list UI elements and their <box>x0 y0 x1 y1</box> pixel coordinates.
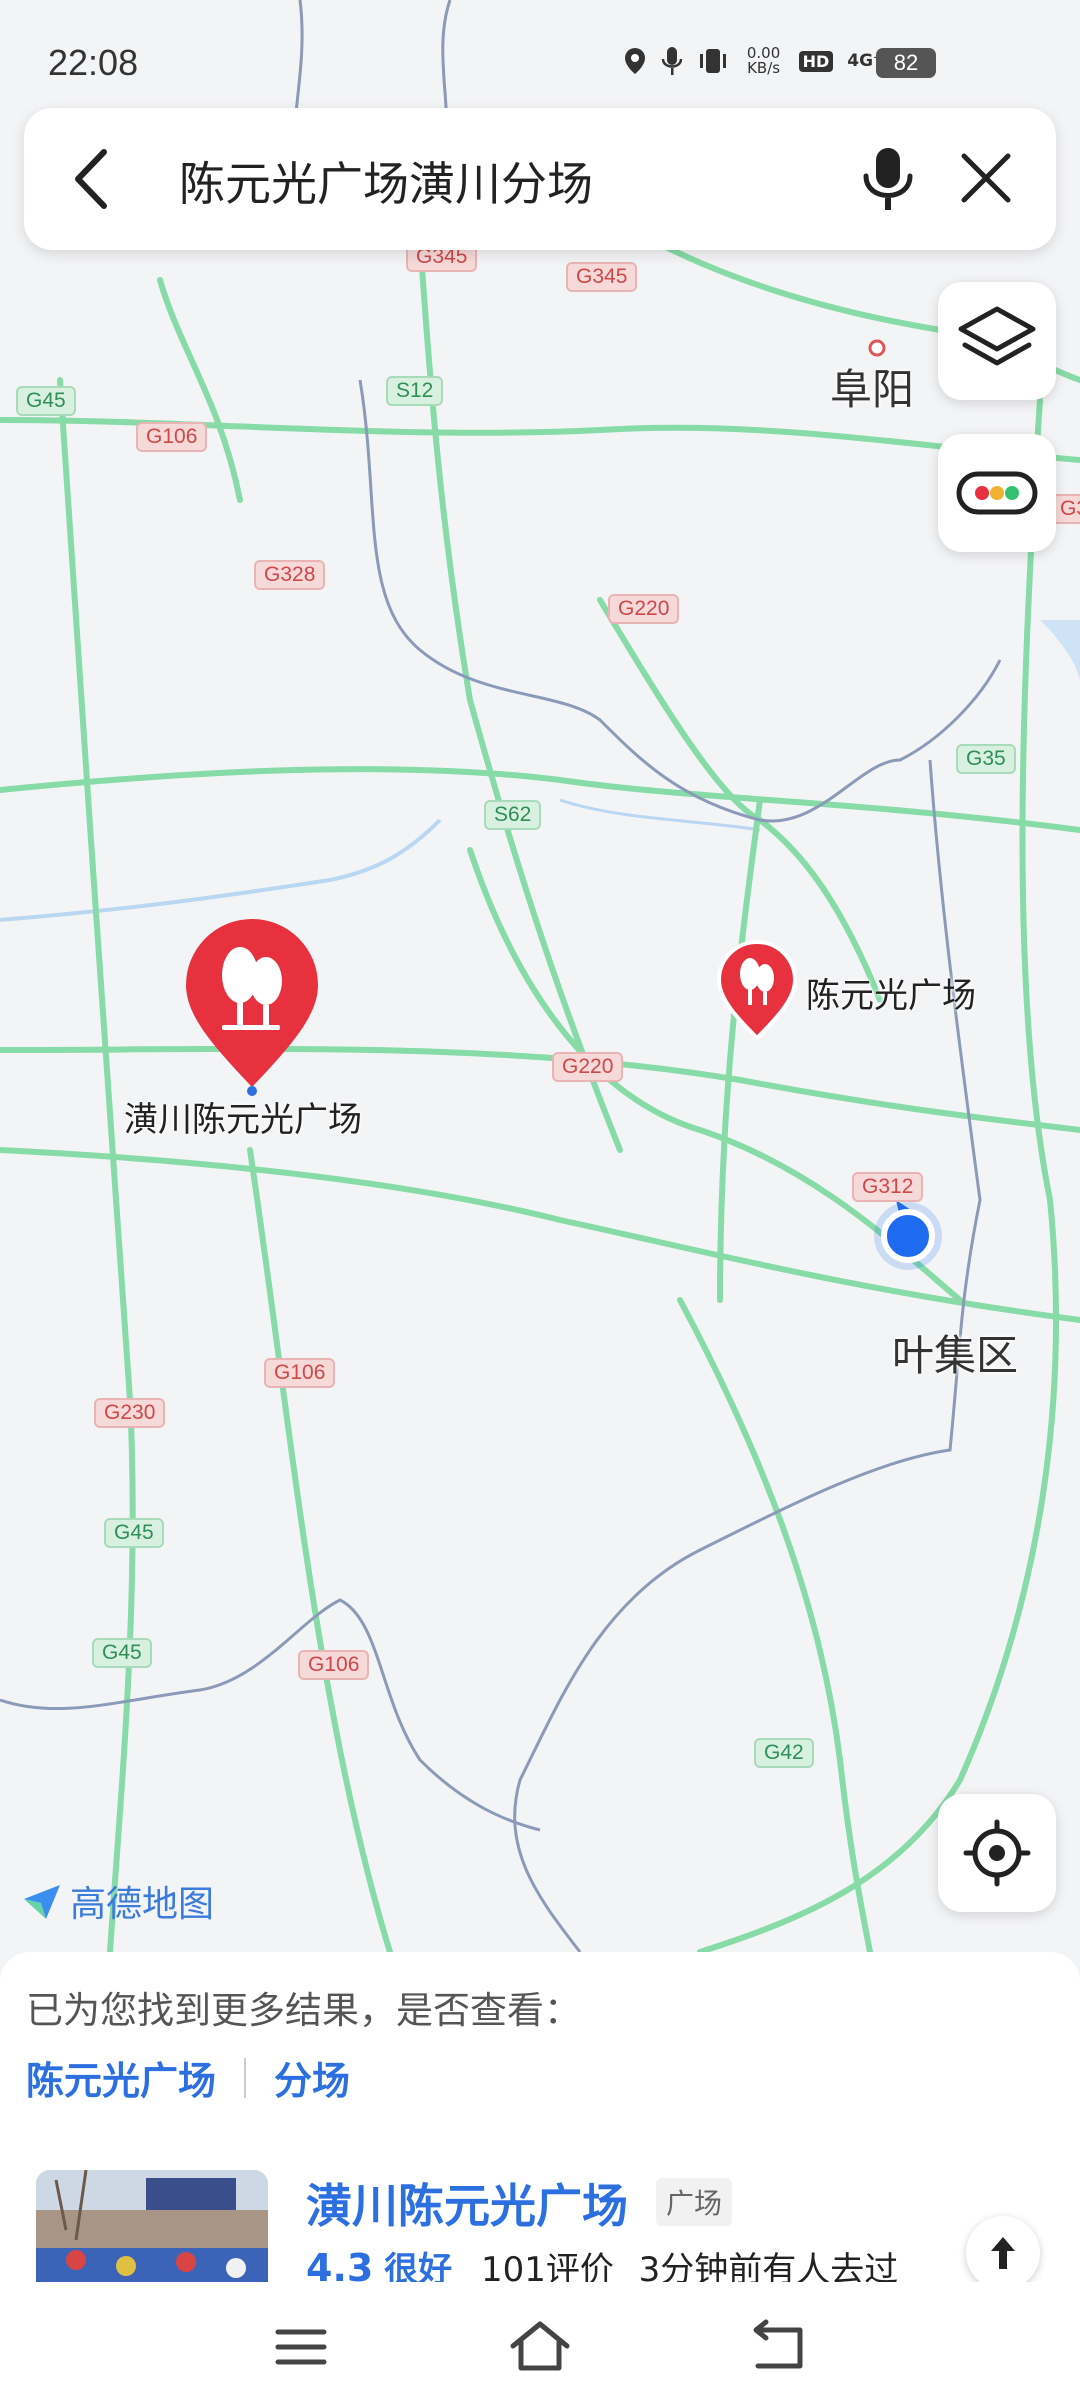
amap-logo-icon <box>24 1885 60 1919</box>
result-thumbnail[interactable] <box>36 2170 268 2290</box>
search-query[interactable]: 陈元光广场潢川分场 <box>179 148 593 214</box>
route-arrow-icon <box>991 2237 1015 2269</box>
mic-status-icon <box>661 45 683 77</box>
status-time: 22:08 <box>48 42 139 83</box>
vibrate-status-icon <box>697 46 729 76</box>
result-category-tag: 广场 <box>656 2178 733 2226</box>
voice-input-icon[interactable] <box>860 144 916 214</box>
amap-logo-text: 高德地图 <box>70 1884 215 1925</box>
poi-label-chenyuanguang[interactable]: 陈元光广场 <box>806 968 976 1017</box>
amap-logo: 高德地图 <box>22 1875 214 1927</box>
divider <box>244 2057 247 2098</box>
suggestion-links: 陈元光广场 分场 <box>26 2050 350 2105</box>
city-label-fuyang: 阜阳 <box>830 365 915 414</box>
search-bar[interactable]: 陈元光广场潢川分场 <box>24 108 1056 250</box>
result-photo <box>36 2170 268 2290</box>
status-bar: 22:08 0.00 KB/s HD 4G⁺ 82 <box>0 0 1080 120</box>
road-shield: G106 <box>298 1650 370 1680</box>
road-shield: G328 <box>254 560 326 590</box>
road-shield: G45 <box>16 386 76 416</box>
system-nav-bar <box>0 2282 1080 2408</box>
menu-icon[interactable] <box>266 2312 336 2382</box>
home-icon[interactable] <box>505 2312 575 2382</box>
close-icon[interactable] <box>956 148 1016 208</box>
locate-me-button[interactable] <box>938 1794 1056 1912</box>
location-status-icon <box>623 46 647 76</box>
map-view[interactable]: G345 G345 S12 G106 G45 G328 G220 G35 S62… <box>0 0 1080 1952</box>
road-shield: G230 <box>94 1398 166 1428</box>
city-label-yeji: 叶集区 <box>892 1331 1019 1380</box>
road-shield: G45 <box>104 1518 164 1548</box>
net-speed: 0.00 KB/s <box>746 44 781 77</box>
result-title[interactable]: 潢川陈元光广场 <box>306 2170 628 2236</box>
back-arrow-icon[interactable] <box>64 146 124 212</box>
locate-icon <box>963 1819 1031 1887</box>
poi-label-huangchuan[interactable]: 潢川陈元光广场 <box>124 1092 362 1141</box>
road-shield: G45 <box>92 1638 152 1668</box>
road-shield: S62 <box>484 800 542 830</box>
map-layers-button[interactable] <box>938 282 1056 400</box>
road-shield: G106 <box>264 1358 336 1388</box>
suggestion-link-fenchang[interactable]: 分场 <box>274 2050 350 2105</box>
road-shield: G35 <box>956 744 1016 774</box>
road-shield: G312 <box>852 1172 924 1202</box>
road-shield: G106 <box>136 422 208 452</box>
traffic-button[interactable] <box>938 434 1056 552</box>
hd-badge: HD <box>798 50 834 72</box>
road-shield: G220 <box>552 1052 624 1082</box>
traffic-light-icon <box>956 471 1038 515</box>
more-results-hint: 已为您找到更多结果，是否查看： <box>26 1989 581 2032</box>
road-shield: G345 <box>566 262 638 292</box>
battery-level: 82 <box>893 50 919 75</box>
road-shield: G42 <box>754 1738 814 1768</box>
layers-icon <box>958 306 1036 366</box>
route-button[interactable] <box>966 2216 1040 2290</box>
battery-icon: 82 <box>876 48 936 78</box>
road-shield: G220 <box>608 594 680 624</box>
back-icon[interactable] <box>744 2312 814 2382</box>
suggestion-link-chenyuanguang[interactable]: 陈元光广场 <box>26 2050 216 2105</box>
road-shield: S12 <box>386 376 444 406</box>
